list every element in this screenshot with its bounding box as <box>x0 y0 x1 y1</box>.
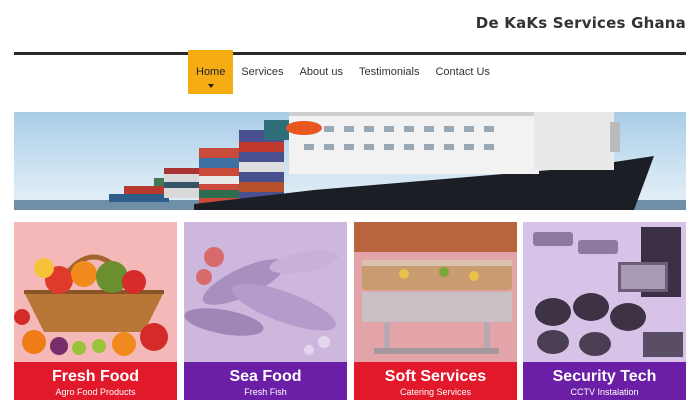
nav-testimonials[interactable]: Testimonials <box>351 50 428 94</box>
service-card-soft-services[interactable]: Soft Services Catering Services <box>354 222 517 400</box>
cctv-cameras-image <box>523 222 686 362</box>
nav-home[interactable]: Home <box>188 50 234 94</box>
card-band: Sea Food Fresh Fish <box>184 362 347 400</box>
hero-cargo-ship-image <box>14 112 686 210</box>
nav-services-label: Services <box>241 66 284 78</box>
nav-about-label: About us <box>299 66 343 78</box>
nav-contact[interactable]: Contact Us <box>427 50 497 94</box>
card-subtitle: Catering Services <box>399 387 472 397</box>
nav-about[interactable]: About us <box>292 50 351 94</box>
card-subtitle: Fresh Fish <box>244 387 287 397</box>
card-title: Sea Food <box>229 368 302 385</box>
card-band: Fresh Food Agro Food Products <box>14 362 177 400</box>
site-brand[interactable]: De KaKs Services Ghana <box>476 14 686 32</box>
nav-testimonials-label: Testimonials <box>358 66 420 78</box>
main-nav: Home Services About us Testimonials Cont… <box>188 50 498 96</box>
fish-on-ice-image <box>184 222 347 362</box>
card-band: Soft Services Catering Services <box>354 362 517 400</box>
service-card-fresh-food[interactable]: Fresh Food Agro Food Products <box>14 222 177 400</box>
service-card-sea-food[interactable]: Sea Food Fresh Fish <box>184 222 347 400</box>
active-caret-icon <box>207 84 214 88</box>
nav-services[interactable]: Services <box>233 50 291 94</box>
chafing-dishes-image <box>354 222 517 362</box>
card-title: Fresh Food <box>51 368 140 385</box>
service-card-security-tech[interactable]: Security Tech CCTV Instalation <box>523 222 686 400</box>
card-subtitle: Agro Food Products <box>55 387 136 397</box>
fruit-basket-image <box>14 222 177 362</box>
nav-contact-label: Contact Us <box>435 66 490 78</box>
nav-home-label: Home <box>196 66 226 78</box>
card-band: Security Tech CCTV Instalation <box>523 362 686 400</box>
card-subtitle: CCTV Instalation <box>570 387 639 397</box>
card-title: Soft Services <box>384 368 487 385</box>
card-title: Security Tech <box>552 368 657 385</box>
